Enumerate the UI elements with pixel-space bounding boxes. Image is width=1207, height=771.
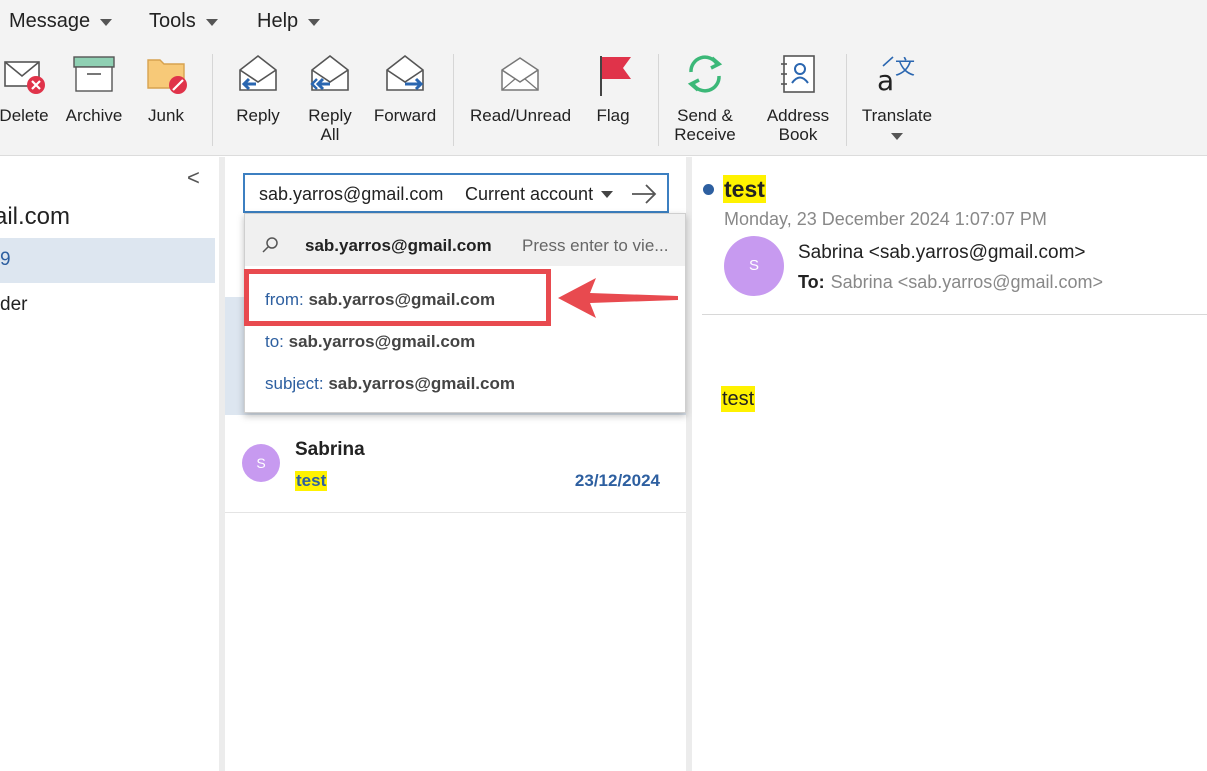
suggestion-subject[interactable]: subject: sab.yarros@gmail.com [265,374,515,394]
reply-button[interactable]: Reply [232,52,284,125]
header-divider [702,314,1207,315]
open-envelope-icon [498,52,542,96]
suggestion-prefix: to: [265,332,284,351]
search-input[interactable]: sab.yarros@gmail.com Current account [243,173,669,213]
chevron-down-icon [100,19,113,26]
sync-icon [683,52,727,96]
archive-label: Archive [65,106,123,125]
forward-icon [383,52,427,96]
menu-message[interactable]: Message [9,10,113,33]
suggestion-prefix: subject: [265,374,324,393]
folder-item-selected[interactable]: 9 [0,238,215,283]
send-receive-button[interactable]: Send & Receive [672,52,738,144]
unread-indicator [703,184,714,195]
forward-button[interactable]: Forward [370,52,440,125]
message-subject-heading: test [723,175,766,203]
menu-help-label: Help [257,10,299,32]
junk-label: Junk [148,106,184,125]
reply-all-button[interactable]: Reply All [304,52,356,144]
ribbon-toolbar: Delete Archive Junk Reply Reply All Forw… [0,44,1207,156]
archive-icon [72,52,116,96]
mail-app: Message Tools Help Delete Archive Junk R… [0,0,1207,771]
to-address[interactable]: Sabrina <sab.yarros@gmail.com> [831,272,1103,292]
forward-label: Forward [373,106,437,125]
junk-folder-icon [144,52,188,96]
translate-label: Translate [861,106,933,125]
ribbon-separator [846,54,847,146]
search-scope-select[interactable]: Current account [465,184,614,205]
reply-all-icon [308,52,352,96]
message-recipients: To: Sabrina <sab.yarros@gmail.com> [798,272,1103,293]
message-from[interactable]: Sabrina <sab.yarros@gmail.com> [798,242,1086,264]
search-scope-label: Current account [465,184,594,204]
read-unread-label: Read/Unread [470,106,572,125]
address-book-button[interactable]: Address Book [764,52,832,144]
collapse-pane-button[interactable]: < [187,165,200,191]
message-subject: test [295,471,328,491]
folder-item-label: 9 [0,249,11,270]
translate-button[interactable]: a 文 Translate [860,52,934,140]
account-name[interactable]: ail.com [0,203,70,231]
chevron-down-icon [308,19,321,26]
chevron-down-icon[interactable] [891,133,903,140]
avatar: S [242,444,280,482]
annotation-highlight-box [244,269,551,326]
flag-icon [591,52,635,96]
delete-mail-icon [2,52,46,96]
read-unread-button[interactable]: Read/Unread [470,52,572,125]
message-timestamp: Monday, 23 December 2024 1:07:07 PM [724,209,1047,229]
search-icon [262,237,278,253]
search-input-value: sab.yarros@gmail.com [259,184,444,204]
search-suggestion-query[interactable]: sab.yarros@gmail.com Press enter to vie.… [245,214,685,266]
reply-icon [236,52,280,96]
svg-text:文: 文 [895,55,915,79]
suggestion-value: sab.yarros@gmail.com [328,374,515,393]
delete-button[interactable]: Delete [0,52,50,125]
reply-label: Reply [236,106,280,125]
message-body: test [721,386,756,412]
address-book-icon [776,52,820,96]
annotation-arrow-icon [558,278,678,318]
menu-tools-label: Tools [149,10,196,32]
menu-bar: Message Tools Help [0,0,1207,44]
chevron-down-icon [205,19,218,26]
message-date: 23/12/2024 [574,471,660,490]
ribbon-separator [453,54,454,146]
ribbon-separator [212,54,213,146]
suggestion-hint: Press enter to vie... [522,236,669,255]
suggestion-to[interactable]: to: sab.yarros@gmail.com [265,332,475,352]
delete-label: Delete [0,106,49,125]
reply-all-label: Reply All [308,106,352,144]
archive-button[interactable]: Archive [64,52,124,125]
chevron-down-icon [601,191,614,198]
translate-icon: a 文 [875,52,919,97]
avatar: S [724,236,784,296]
suggestion-query-text: sab.yarros@gmail.com [305,236,492,255]
list-item[interactable]: S Sabrina test 23/12/2024 [225,427,686,513]
arrow-right-icon[interactable] [629,181,659,207]
menu-help[interactable]: Help [257,10,321,33]
flag-label: Flag [596,106,630,125]
reading-pane: test Monday, 23 December 2024 1:07:07 PM… [692,157,1207,771]
folder-item[interactable]: der [0,294,27,316]
folder-pane: < ail.com 9 der [0,157,219,771]
flag-button[interactable]: Flag [588,52,638,125]
menu-tools[interactable]: Tools [149,10,218,33]
suggestion-value: sab.yarros@gmail.com [288,332,476,351]
svg-text:a: a [877,64,894,96]
ribbon-separator [658,54,659,146]
message-sender: Sabrina [295,439,365,460]
address-book-label: Address Book [766,106,830,144]
junk-button[interactable]: Junk [140,52,192,125]
menu-message-label: Message [9,10,91,32]
to-label: To: [798,272,825,292]
send-receive-label: Send & Receive [674,106,736,144]
